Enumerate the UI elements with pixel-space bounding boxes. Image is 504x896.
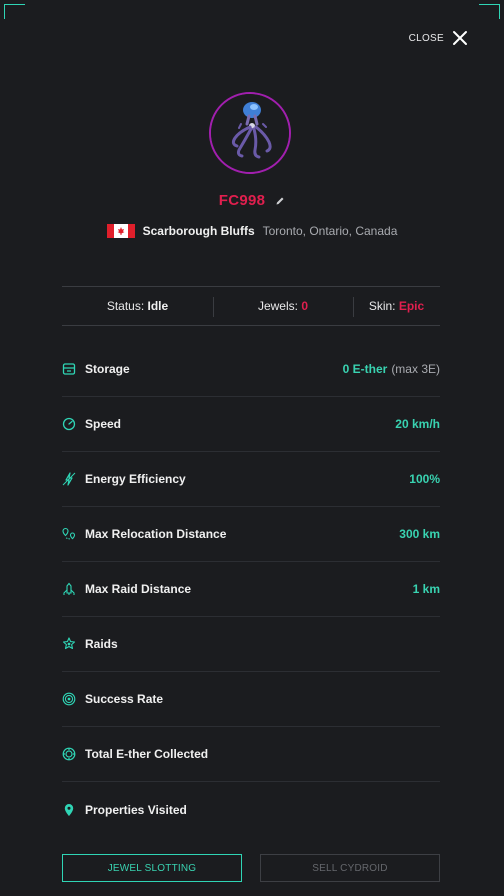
stat-label: Storage bbox=[85, 362, 130, 376]
energy-icon bbox=[62, 472, 76, 486]
jewels-value: 0 bbox=[301, 299, 309, 313]
relocation-icon bbox=[62, 527, 76, 540]
skin-label: Skin: bbox=[368, 299, 396, 313]
location-name: Scarborough Bluffs bbox=[142, 224, 255, 238]
stat-row-max-raid-distance: Max Raid Distance 1 km bbox=[62, 562, 440, 617]
cydroid-name: FC998 bbox=[218, 192, 266, 209]
stat-row-speed: Speed 20 km/h bbox=[62, 397, 440, 452]
stat-label: Success Rate bbox=[85, 692, 164, 706]
stat-label: Raids bbox=[85, 637, 118, 651]
stat-value: 300 km bbox=[399, 527, 440, 541]
stat-row-success-rate: Success Rate bbox=[62, 672, 440, 727]
status-label: Status: bbox=[106, 299, 145, 313]
location-row: Scarborough Bluffs Toronto, Ontario, Can… bbox=[0, 224, 504, 238]
skin-value: Epic bbox=[398, 299, 425, 313]
stat-value: 0 E-ther bbox=[342, 362, 388, 376]
close-button[interactable]: CLOSE bbox=[409, 30, 468, 46]
raids-icon bbox=[62, 637, 76, 650]
stat-label: Energy Efficiency bbox=[85, 472, 186, 486]
stat-row-total-ether-collected: Total E-ther Collected bbox=[62, 727, 440, 782]
stat-label: Max Relocation Distance bbox=[85, 527, 227, 541]
frame-corner-top-left bbox=[4, 4, 25, 19]
status-cell: Status: Idle bbox=[62, 299, 213, 313]
raid-distance-icon bbox=[63, 582, 75, 595]
map-pin-icon bbox=[64, 803, 74, 816]
stat-label: Total E-ther Collected bbox=[85, 747, 209, 761]
jewel-slotting-button[interactable]: JEWEL SLOTTING bbox=[62, 854, 242, 882]
jewels-cell: Jewels: 0 bbox=[213, 297, 353, 317]
close-icon bbox=[453, 31, 467, 45]
stat-label: Properties Visited bbox=[85, 802, 187, 817]
stat-row-raids: Raids bbox=[62, 617, 440, 672]
stat-value: 1 km bbox=[412, 582, 440, 596]
cydroid-robot-icon bbox=[211, 94, 289, 172]
stat-row-properties-visited: Properties Visited bbox=[62, 782, 440, 837]
stat-row-max-relocation-distance: Max Relocation Distance 300 km bbox=[62, 507, 440, 562]
sell-cydroid-button[interactable]: SELL CYDROID bbox=[260, 854, 440, 882]
status-value: Idle bbox=[147, 299, 169, 313]
location-region: Toronto, Ontario, Canada bbox=[262, 224, 398, 238]
stat-label: Max Raid Distance bbox=[85, 582, 192, 596]
jewels-label: Jewels: bbox=[257, 299, 298, 313]
storage-icon bbox=[62, 363, 76, 375]
stat-value: 100% bbox=[409, 472, 440, 486]
ether-coin-icon bbox=[62, 747, 76, 761]
frame-corner-top-right bbox=[479, 4, 500, 19]
stat-row-storage: Storage 0 E-ther (max 3E) bbox=[62, 342, 440, 397]
close-label: CLOSE bbox=[408, 32, 444, 44]
stat-value: 20 km/h bbox=[395, 417, 440, 431]
stat-label: Speed bbox=[85, 417, 122, 431]
speedometer-icon bbox=[62, 417, 76, 431]
stat-row-energy-efficiency: Energy Efficiency 100% bbox=[62, 452, 440, 507]
cydroid-avatar bbox=[209, 92, 291, 174]
stat-extra: (max 3E) bbox=[391, 362, 440, 376]
skin-cell: Skin: Epic bbox=[353, 297, 440, 317]
canada-flag-icon bbox=[106, 224, 135, 238]
stats-list: Storage 0 E-ther (max 3E) Speed 20 km/h … bbox=[62, 342, 440, 837]
pencil-icon[interactable] bbox=[275, 196, 285, 206]
target-icon bbox=[62, 692, 76, 706]
status-bar: Status: Idle Jewels: 0 Skin: Epic bbox=[62, 286, 440, 326]
cydroid-name-row: FC998 bbox=[0, 192, 504, 209]
